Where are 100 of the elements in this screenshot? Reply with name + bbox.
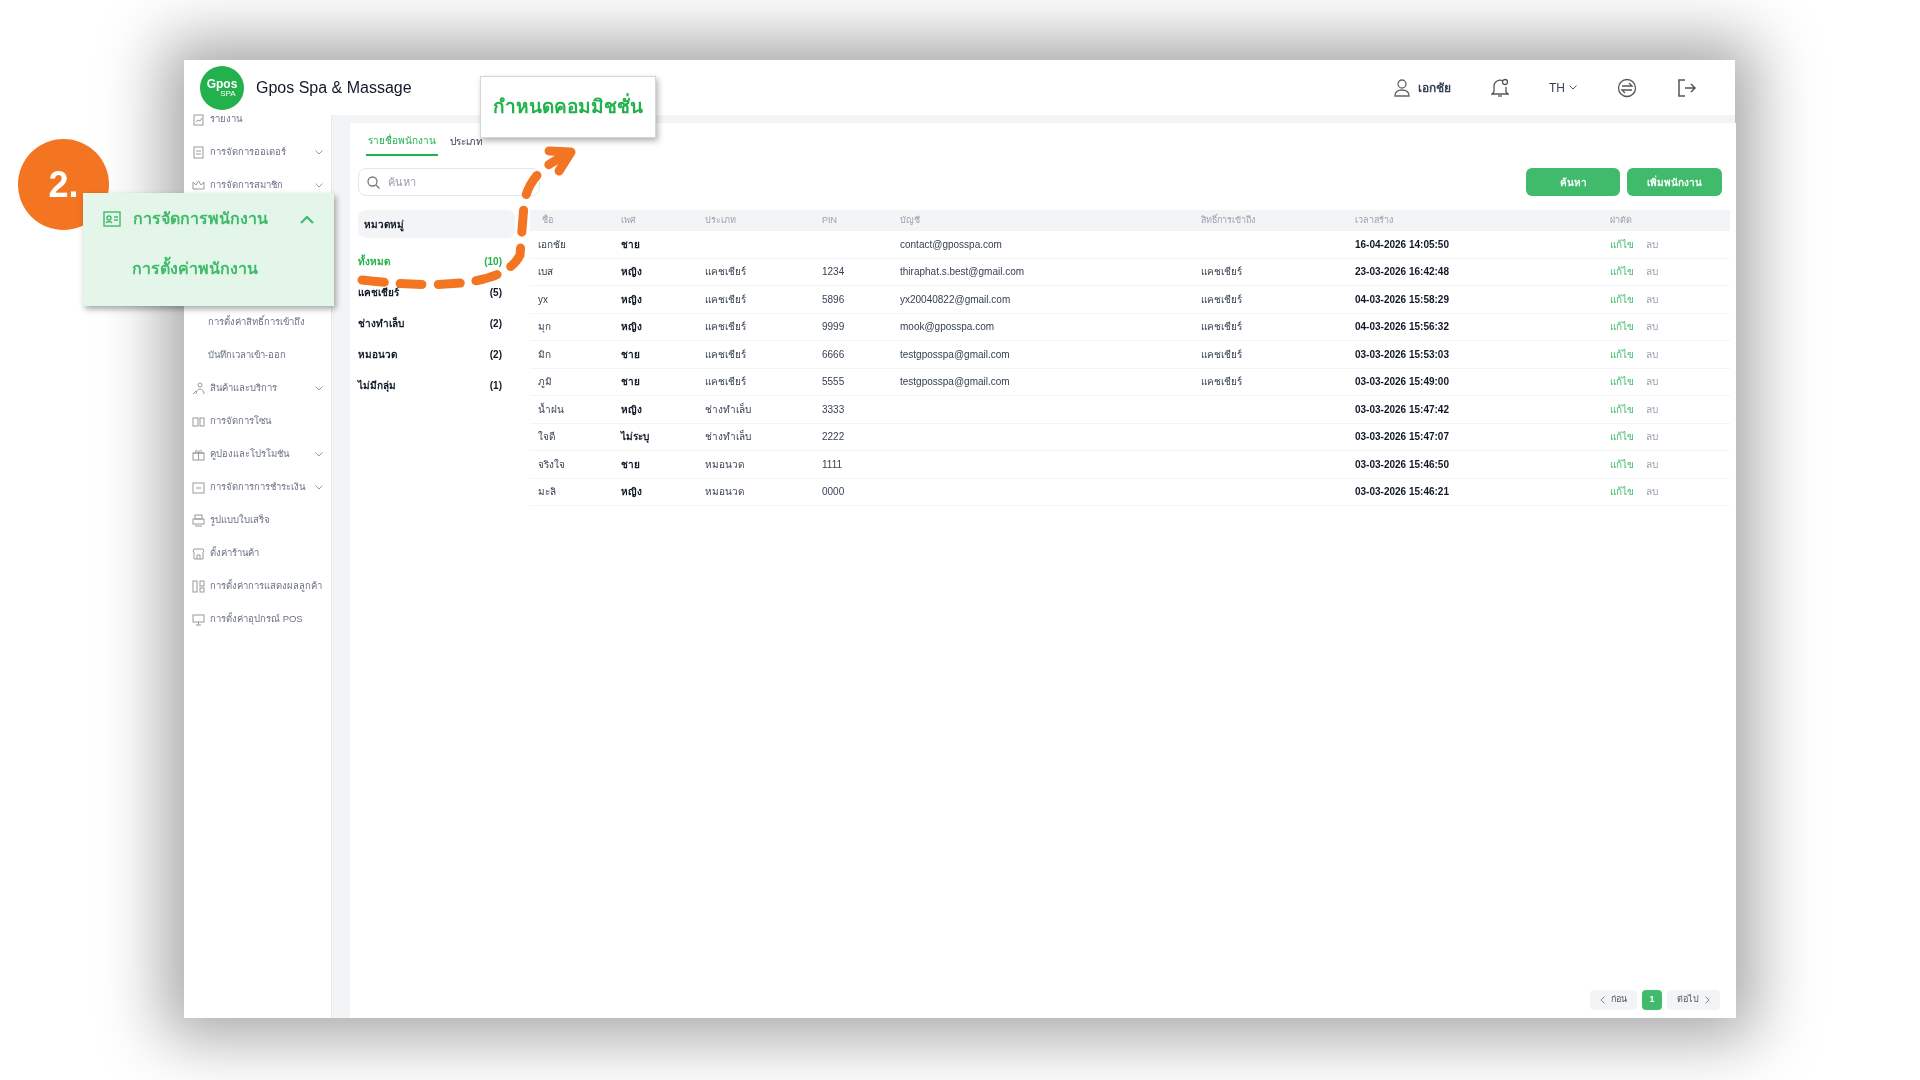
search-field[interactable]: ค้นหา [358, 168, 540, 196]
delete-link[interactable]: ลบ [1646, 429, 1658, 445]
delete-link[interactable]: ลบ [1646, 236, 1658, 252]
delete-link[interactable]: ลบ [1646, 291, 1658, 307]
category-item[interactable]: ไม่มีกลุ่ม (1) [358, 370, 515, 401]
menu-title: การจัดการพนักงาน [133, 209, 268, 229]
sidebar-item[interactable]: การตั้งค่าอุปกรณ์ POS [210, 612, 303, 627]
table-cell-text: หญิง [621, 320, 643, 335]
table-cell-text: 03-03-2026 15:46:50 [1355, 457, 1450, 472]
table-cell-text: 03-03-2026 15:46:21 [1355, 485, 1450, 500]
sidebar-item[interactable]: คูปองและโปรโมชัน [210, 447, 289, 462]
monitor-icon [192, 613, 205, 626]
chevron-down-icon[interactable] [315, 150, 323, 155]
sidebar-item[interactable]: การจัดการออเดอร์ [210, 145, 286, 160]
table-cell-text: หญิง [621, 485, 643, 500]
sidebar-sub-item[interactable]: บันทึกเวลาเข้า-ออก [208, 348, 287, 363]
category-item[interactable]: ช่างทำเล็บ (2) [358, 308, 515, 339]
column-header: สิทธิ์การเข้าถึง [1201, 213, 1256, 227]
category-item[interactable]: แคชเชียร์ (5) [358, 277, 515, 308]
add-employee-button[interactable]: เพิ่มพนักงาน [1627, 168, 1722, 196]
store-icon [192, 547, 205, 560]
table-cell-text: contact@gposspa.com [900, 237, 1003, 252]
category-item[interactable]: หมอนวด (2) [358, 339, 515, 370]
search-input[interactable]: ค้นหา [388, 173, 528, 191]
table-cell-text: แคชเชียร์ [1201, 265, 1243, 280]
caret-icon [1569, 85, 1577, 90]
table-cell-text: เบส [538, 265, 554, 280]
delete-link[interactable]: ลบ [1646, 264, 1658, 280]
table-cell-text: มะลิ [538, 485, 557, 500]
edit-link[interactable]: แก้ไข [1610, 291, 1634, 307]
chevron-right-icon [1705, 996, 1710, 1004]
menu-sub-item: การตั้งค่าพนักงาน [132, 257, 334, 281]
sidebar-item[interactable]: การจัดการสมาชิก [210, 178, 283, 193]
category-item[interactable]: ทั้งหมด (10) [358, 246, 515, 277]
sidebar-item[interactable]: การจัดการการชำระเงิน [210, 480, 305, 495]
table-cell-text: 0000 [822, 485, 846, 500]
table-cell-text: 9999 [822, 320, 846, 335]
panels-icon [192, 415, 205, 428]
delete-link[interactable]: ลบ [1646, 346, 1658, 362]
delete-link[interactable]: ลบ [1646, 484, 1658, 500]
table-cell-text: ชาย [621, 237, 641, 252]
user-name[interactable]: เอกชัย [1418, 78, 1451, 97]
next-button[interactable]: ต่อไป [1667, 990, 1720, 1010]
column-header: PIN [822, 213, 838, 227]
swap-icon[interactable] [1617, 77, 1637, 98]
page-button[interactable]: 1 [1642, 990, 1662, 1010]
document-icon [192, 146, 205, 159]
table-cell-text: ชาย [621, 347, 641, 362]
table-cell-text: 03-03-2026 15:53:03 [1355, 347, 1450, 362]
delete-link[interactable]: ลบ [1646, 401, 1658, 417]
table-cell-text: แคชเชียร์ [1201, 292, 1243, 307]
table-cell-text: 6666 [822, 347, 846, 362]
chevron-down-icon[interactable] [315, 386, 323, 391]
table-cell-text: 23-03-2026 16:42:48 [1355, 265, 1450, 280]
tab[interactable]: รายชื่อพนักงาน [366, 133, 438, 156]
edit-link[interactable]: แก้ไข [1610, 484, 1634, 500]
edit-link[interactable]: แก้ไข [1610, 319, 1634, 335]
column-header: ประเภท [705, 213, 737, 227]
delete-link[interactable]: ลบ [1646, 374, 1658, 390]
logout-icon[interactable] [1677, 77, 1697, 98]
edit-link[interactable]: แก้ไข [1610, 374, 1634, 390]
delete-link[interactable]: ลบ [1646, 456, 1658, 472]
language-selector[interactable]: TH [1549, 78, 1577, 97]
table-cell-text: แคชเชียร์ [1201, 375, 1243, 390]
edit-link[interactable]: แก้ไข [1610, 346, 1634, 362]
table-cell-text: 03-03-2026 15:49:00 [1355, 375, 1450, 390]
bell-icon[interactable] [1491, 77, 1509, 98]
table-cell-text: 04-03-2026 15:56:32 [1355, 320, 1450, 335]
column-header: ชื่อ [541, 213, 554, 227]
search-button[interactable]: ค้นหา [1526, 168, 1620, 196]
user-icon[interactable] [1394, 78, 1410, 97]
table-cell-text: หญิง [621, 265, 643, 280]
sidebar-item[interactable]: การจัดการโซน [210, 414, 271, 429]
sidebar-item[interactable]: รายงาน [210, 112, 242, 127]
delete-link[interactable]: ลบ [1646, 319, 1658, 335]
table-cell-text: ภูมิ [538, 375, 553, 390]
sidebar-sub-item[interactable]: การตั้งค่าสิทธิ์การเข้าถึง [208, 315, 305, 330]
sidebar-item[interactable]: การตั้งค่าการแสดงผลลูกค้า [210, 579, 322, 594]
edit-link[interactable]: แก้ไข [1610, 456, 1634, 472]
table-cell-text: ช่างทำเล็บ [705, 401, 752, 417]
sidebar-item[interactable]: รูปแบบใบเสร็จ [210, 513, 270, 528]
table-cell-text: หมอนวด [705, 485, 745, 500]
chevron-down-icon[interactable] [315, 183, 323, 188]
edit-link[interactable]: แก้ไข [1610, 401, 1634, 417]
previous-button[interactable]: ก่อน [1590, 990, 1637, 1010]
table-cell-text: แคชเชียร์ [1201, 320, 1243, 335]
sidebar-item[interactable]: ตั้งค่าร้านค้า [210, 546, 259, 561]
table-cell-text: แคชเชียร์ [705, 320, 747, 335]
chevron-down-icon[interactable] [315, 485, 323, 490]
table-cell-text: มิก [538, 347, 552, 362]
edit-link[interactable]: แก้ไข [1610, 429, 1634, 445]
chevron-down-icon[interactable] [315, 452, 323, 457]
table-cell-text: มุก [538, 320, 552, 335]
column-header: เวลาสร้าง [1355, 213, 1394, 227]
tab[interactable]: ประเภท [448, 133, 485, 156]
table-cell-text: ชาย [621, 457, 641, 472]
sidebar-item[interactable]: สินค้าและบริการ [210, 381, 277, 396]
table-cell-text: yx [538, 292, 549, 307]
edit-link[interactable]: แก้ไข [1610, 236, 1634, 252]
edit-link[interactable]: แก้ไข [1610, 264, 1634, 280]
